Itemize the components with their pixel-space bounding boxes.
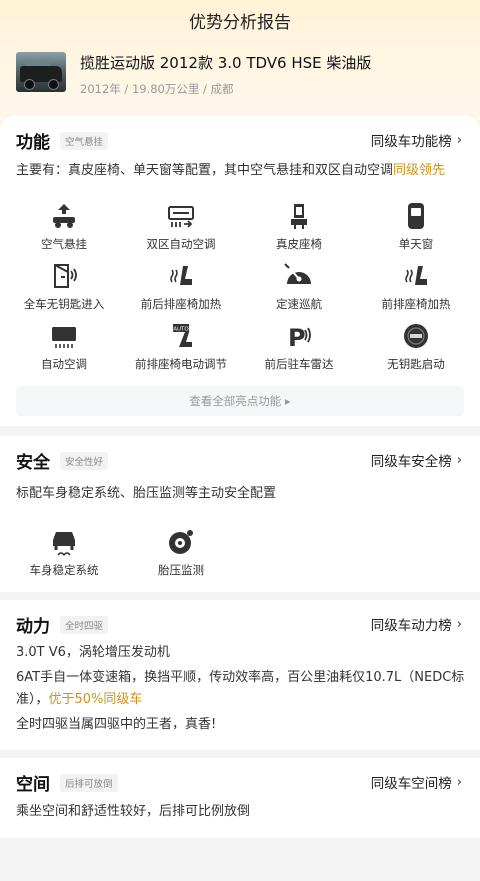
feature-item[interactable]: 定速巡航 — [239, 262, 359, 312]
feature-item[interactable]: 空气悬挂 — [4, 202, 124, 252]
tire-pressure-icon — [165, 528, 197, 556]
car-name: 揽胜运动版 2012款 3.0 TDV6 HSE 柴油版 — [80, 54, 372, 72]
feature-label: 空气悬挂 — [41, 237, 87, 251]
space-title: 空间 — [16, 775, 50, 795]
space-card: 空间 后排可放倒 同级车空间榜 › 乘坐空间和舒适性较好，后排可比例放倒 — [0, 758, 480, 838]
safety-rank-label: 同级车安全榜 — [370, 454, 452, 470]
function-tag: 空气悬挂 — [60, 131, 109, 150]
car-meta: 2012年 / 19.80万公里 / 成都 — [80, 82, 234, 96]
sunroof-icon — [400, 202, 432, 230]
chevron-right-icon: › — [456, 132, 462, 148]
feature-label: 定速巡航 — [276, 297, 322, 311]
safety-title: 安全 — [16, 453, 50, 473]
transmission-highlight: 优于50%同级车 — [48, 692, 143, 707]
feature-label: 车身稳定系统 — [29, 563, 99, 577]
chevron-right-icon: › — [456, 774, 462, 790]
feature-label: 单天窗 — [398, 237, 434, 251]
function-summary-highlight: 同级领先 — [393, 163, 446, 178]
function-title: 功能 — [16, 133, 50, 153]
svg-text:P: P — [288, 324, 306, 350]
function-summary-text: 主要有：真皮座椅、单天窗等配置，其中空气悬挂和双区自动空调 — [16, 163, 394, 178]
feature-item[interactable]: AUTO 前排座椅电动调节 — [121, 322, 241, 372]
function-summary: 主要有：真皮座椅、单天窗等配置，其中空气悬挂和双区自动空调同级领先 — [16, 159, 445, 183]
front-seat-heating-icon — [400, 262, 432, 290]
feature-label: 前后排座椅加热 — [140, 297, 222, 311]
space-tag: 后排可放倒 — [60, 773, 118, 792]
leather-seat-icon — [283, 202, 315, 230]
transmission-text: 6AT手自一体变速箱，换挡平顺，传动效率高，百公里油耗仅10.7L（NEDC标准… — [16, 667, 466, 711]
stability-control-icon — [48, 528, 80, 556]
parking-radar-icon: P — [283, 322, 315, 352]
dual-zone-ac-icon — [165, 202, 197, 230]
feature-item[interactable]: 全车无钥匙进入 — [4, 262, 124, 312]
space-rank-label: 同级车空间榜 — [370, 776, 452, 792]
power-seat-icon: AUTO — [165, 322, 197, 350]
air-suspension-icon — [48, 202, 80, 230]
feature-label: 胎压监测 — [158, 563, 204, 577]
feature-item[interactable]: 自动空调 — [4, 322, 124, 372]
feature-label: 前排座椅加热 — [381, 297, 451, 311]
page-title: 优势分析报告 — [189, 13, 291, 33]
seat-heating-icon — [165, 262, 197, 290]
space-rank-link[interactable]: 同级车空间榜 › — [370, 772, 462, 793]
feature-item[interactable]: 单天窗 — [356, 202, 476, 252]
feature-label: 无钥匙启动 — [387, 357, 445, 371]
drivetrain-text: 全时四驱当属四驱中的王者，真香! — [16, 717, 217, 732]
safety-tag: 安全性好 — [60, 451, 109, 470]
feature-item[interactable]: P 前后驻车雷达 — [239, 322, 359, 372]
feature-item[interactable]: 真皮座椅 — [239, 202, 359, 252]
feature-label: 前排座椅电动调节 — [135, 357, 227, 371]
function-rank-link[interactable]: 同级车功能榜 › — [370, 130, 462, 151]
keyless-start-icon — [400, 322, 432, 350]
auto-ac-icon — [48, 322, 80, 350]
power-card: 动力 全时四驱 同级车动力榜 › 3.0T V6，涡轮增压发动机 6AT手自一体… — [0, 600, 480, 750]
feature-item[interactable]: 胎压监测 — [121, 528, 241, 578]
feature-item[interactable]: 车身稳定系统 — [4, 528, 124, 578]
safety-card: 安全 安全性好 同级车安全榜 › 标配车身稳定系统、胎压监测等主动安全配置 车身… — [0, 436, 480, 592]
function-card: 功能 空气悬挂 同级车功能榜 › 主要有：真皮座椅、单天窗等配置，其中空气悬挂和… — [0, 116, 480, 426]
chevron-right-icon: › — [456, 452, 462, 468]
report-page: 优势分析报告 揽胜运动版 2012款 3.0 TDV6 HSE 柴油版 2012… — [0, 0, 480, 881]
feature-item[interactable]: 无钥匙启动 — [356, 322, 476, 372]
power-rank-label: 同级车动力榜 — [370, 618, 452, 634]
space-summary: 乘坐空间和舒适性较好，后排可比例放倒 — [16, 804, 251, 819]
feature-item[interactable]: 前后排座椅加热 — [121, 262, 241, 312]
svg-text:AUTO: AUTO — [173, 327, 189, 333]
engine-text: 3.0T V6，涡轮增压发动机 — [16, 645, 170, 660]
feature-item[interactable]: 前排座椅加热 — [356, 262, 476, 312]
feature-label: 前后驻车雷达 — [264, 357, 334, 371]
cruise-control-icon — [283, 262, 315, 290]
car-thumbnail — [16, 52, 66, 92]
function-rank-label: 同级车功能榜 — [370, 134, 452, 150]
feature-label: 双区自动空调 — [146, 237, 216, 251]
safety-rank-link[interactable]: 同级车安全榜 › — [370, 450, 462, 471]
keyless-entry-icon — [48, 262, 80, 290]
power-rank-link[interactable]: 同级车动力榜 › — [370, 614, 462, 635]
safety-summary: 标配车身稳定系统、胎压监测等主动安全配置 — [16, 486, 277, 501]
feature-label: 真皮座椅 — [276, 237, 322, 251]
feature-label: 全车无钥匙进入 — [23, 297, 105, 311]
view-all-features-button[interactable]: 查看全部亮点功能 ▸ — [16, 386, 464, 416]
car-summary[interactable]: 揽胜运动版 2012款 3.0 TDV6 HSE 柴油版 2012年 / 19.… — [16, 52, 371, 97]
feature-item[interactable]: 双区自动空调 — [121, 202, 241, 252]
power-title: 动力 — [16, 617, 50, 637]
chevron-right-icon: › — [456, 616, 462, 632]
feature-label: 自动空调 — [41, 357, 87, 371]
power-tag: 全时四驱 — [60, 615, 109, 634]
